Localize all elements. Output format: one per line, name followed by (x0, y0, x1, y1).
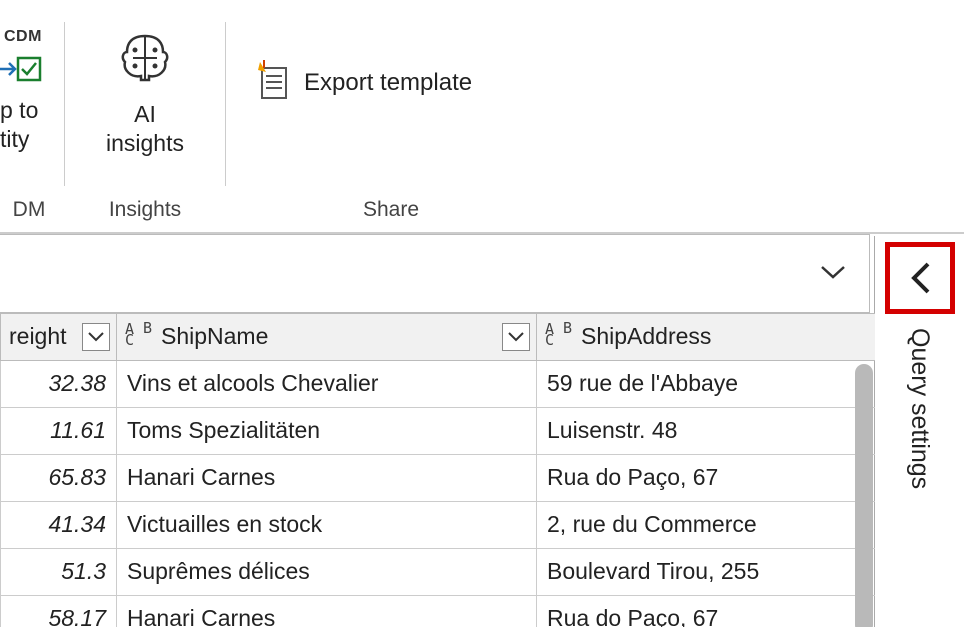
table-row[interactable]: 51.3Suprêmes délicesBoulevard Tirou, 255 (1, 548, 876, 595)
ribbon: CDM p to tity DM (0, 0, 964, 234)
cell-freight[interactable]: 41.34 (1, 501, 117, 548)
text-type-icon: B (545, 323, 575, 350)
cell-freight[interactable]: 65.83 (1, 454, 117, 501)
column-header-shipname[interactable]: B ShipName (117, 314, 537, 360)
text-type-icon: B (125, 323, 155, 350)
map-to-entity-label-2: tity (0, 125, 58, 154)
brain-icon (113, 30, 177, 92)
column-header-shipaddress[interactable]: B ShipAddress (537, 314, 876, 360)
column-header-freight-label: reight (9, 323, 67, 350)
cdm-badge: CDM (4, 28, 42, 46)
ribbon-group-insights: AI insights Insights (65, 0, 225, 232)
cell-shipname[interactable]: Victuailles en stock (117, 501, 537, 548)
cell-shipaddress[interactable]: Rua do Paço, 67 (537, 595, 876, 627)
map-to-entity-icon[interactable] (0, 52, 42, 90)
cell-shipaddress[interactable]: 59 rue de l'Abbaye (537, 360, 876, 407)
cell-freight[interactable]: 58.17 (1, 595, 117, 627)
ribbon-group-label-cdm: DM (0, 198, 58, 228)
cell-shipname[interactable]: Toms Spezialitäten (117, 407, 537, 454)
cell-freight[interactable]: 32.38 (1, 360, 117, 407)
formula-expand-button[interactable] (809, 261, 869, 287)
formula-bar (0, 234, 870, 313)
vertical-scrollbar-thumb[interactable] (855, 364, 873, 627)
cell-shipaddress[interactable]: 2, rue du Commerce (537, 501, 876, 548)
column-header-shipaddress-label: ShipAddress (581, 323, 711, 350)
cell-freight[interactable]: 51.3 (1, 548, 117, 595)
table-row[interactable]: 65.83Hanari CarnesRua do Paço, 67 (1, 454, 876, 501)
ai-insights-button[interactable]: AI insights (106, 30, 184, 158)
data-table-wrapper: reight B ShipName B (0, 313, 875, 627)
column-filter-shipname[interactable] (502, 323, 530, 351)
export-template-button[interactable]: Export template (238, 30, 472, 106)
map-to-entity-label-1: p to (0, 96, 58, 125)
export-template-label: Export template (304, 69, 472, 97)
column-header-freight[interactable]: reight (1, 314, 117, 360)
table-row[interactable]: 32.38Vins et alcools Chevalier59 rue de … (1, 360, 876, 407)
cell-shipname[interactable]: Suprêmes délices (117, 548, 537, 595)
table-row[interactable]: 58.17Hanari CarnesRua do Paço, 67 (1, 595, 876, 627)
cell-shipname[interactable]: Vins et alcools Chevalier (117, 360, 537, 407)
ribbon-group-label-insights: Insights (77, 198, 213, 228)
table-row[interactable]: 11.61Toms SpezialitätenLuisenstr. 48 (1, 407, 876, 454)
cell-shipaddress[interactable]: Luisenstr. 48 (537, 407, 876, 454)
table-row[interactable]: 41.34Victuailles en stock2, rue du Comme… (1, 501, 876, 548)
cell-shipname[interactable]: Hanari Carnes (117, 454, 537, 501)
chevron-left-icon (906, 258, 934, 298)
cell-shipaddress[interactable]: Boulevard Tirou, 255 (537, 548, 876, 595)
query-settings-panel-collapsed: Query settings (874, 236, 964, 627)
export-template-icon (256, 60, 290, 106)
ai-insights-label: AI insights (106, 100, 184, 158)
column-header-shipname-label: ShipName (161, 323, 268, 350)
query-settings-title: Query settings (905, 328, 934, 489)
expand-query-settings-button[interactable] (885, 242, 955, 314)
cell-shipaddress[interactable]: Rua do Paço, 67 (537, 454, 876, 501)
data-table: reight B ShipName B (0, 314, 875, 627)
cell-freight[interactable]: 11.61 (1, 407, 117, 454)
ribbon-group-label-share: Share (238, 198, 544, 228)
ribbon-group-cdm: CDM p to tity DM (0, 0, 64, 232)
formula-input[interactable] (0, 235, 809, 312)
ribbon-group-share: Export template Share (226, 0, 556, 232)
cell-shipname[interactable]: Hanari Carnes (117, 595, 537, 627)
column-filter-freight[interactable] (82, 323, 110, 351)
